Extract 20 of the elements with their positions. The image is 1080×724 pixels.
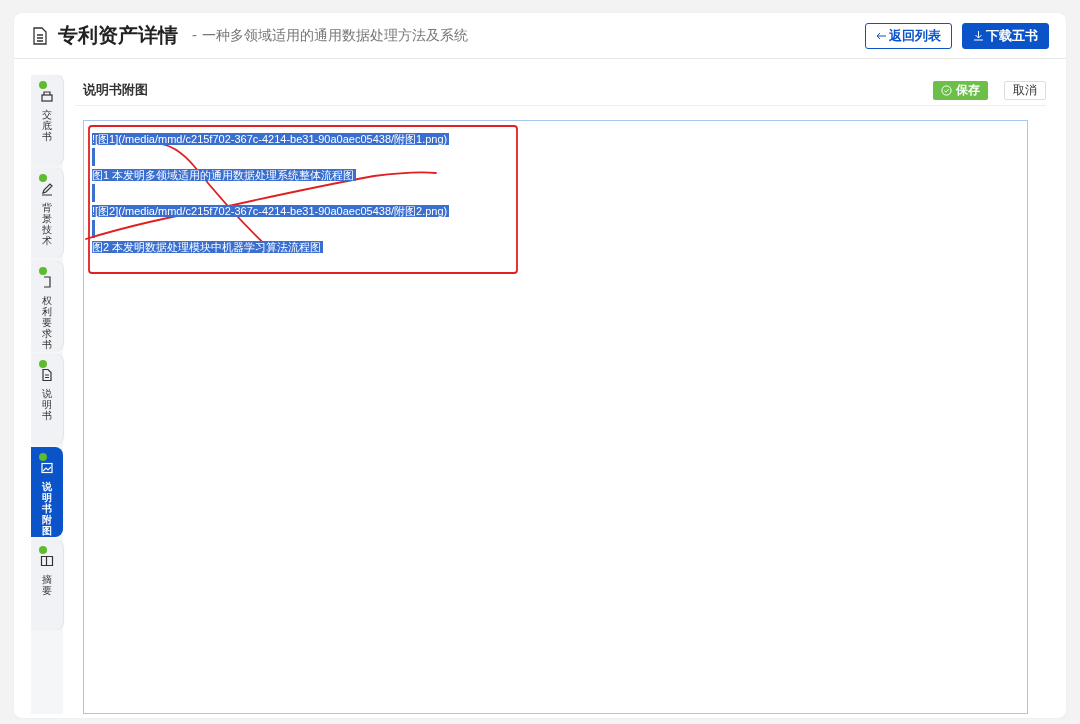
back-button[interactable]: 返回列表 [865, 22, 952, 49]
section-title: 说明书附图 [83, 81, 148, 99]
page-subtitle: - 一种多领域适用的通用数据处理方法及系统 [192, 26, 468, 45]
page-title: 专利资产详情 [58, 22, 178, 49]
side-tab[interactable]: 说明书 [31, 354, 63, 444]
side-tab[interactable]: 交底书 [31, 75, 63, 165]
download-icon [973, 30, 984, 41]
pen-icon [40, 182, 54, 196]
tray-icon [40, 89, 54, 103]
side-tab[interactable]: 摘要 [31, 540, 63, 630]
side-tab[interactable]: 说明书附图 [31, 447, 63, 537]
download-button[interactable]: 下载五书 [962, 22, 1049, 49]
text-editor[interactable]: ![图1](/media/mmd/c215f702-367c-4214-be31-90a0aec05438/附图1.png) 图1 本发明多领域适用的通用数据处理系统整体流程图 ![图2](/media/mmd/c215f702-367c-4214-be31-90a0aec05438/附图2.png) 图2 本发明数据处理模块中机器学习算法流程图 [83, 120, 1028, 714]
arrow-left-icon [876, 30, 887, 41]
side-tab[interactable]: 权利要求书 [31, 261, 63, 351]
cancel-button[interactable]: 取消 [1004, 80, 1046, 100]
image-icon [40, 461, 54, 475]
book-icon [40, 554, 54, 568]
side-tab[interactable]: 背景技术 [31, 168, 63, 258]
check-circle-icon [941, 84, 952, 96]
